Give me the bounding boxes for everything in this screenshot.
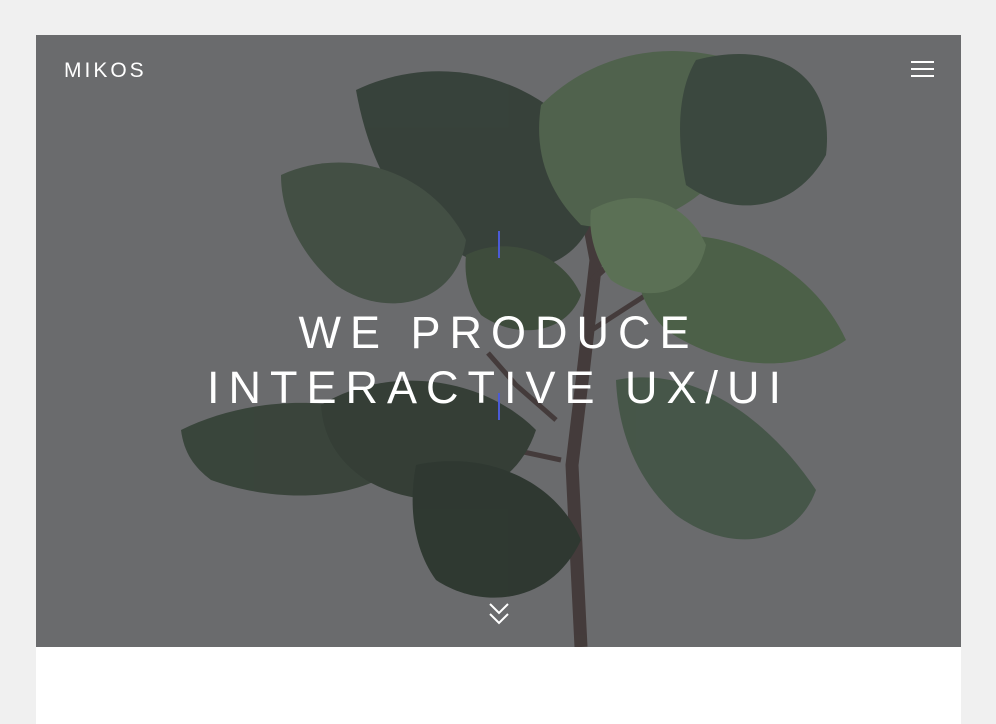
site-logo[interactable]: MIKOS xyxy=(64,59,147,83)
accent-line-top xyxy=(498,231,500,258)
page-frame: MIKOS WE PRODUCE INTERACTIVE UX/UI xyxy=(36,35,961,724)
menu-bar-middle xyxy=(911,68,934,70)
accent-line-bottom xyxy=(498,393,500,420)
headline-line-1: WE PRODUCE xyxy=(298,307,699,359)
double-chevron-down-icon xyxy=(489,603,509,625)
menu-bar-bottom xyxy=(911,75,934,77)
scroll-down-button[interactable] xyxy=(488,601,510,627)
hero-section: MIKOS WE PRODUCE INTERACTIVE UX/UI xyxy=(36,35,961,647)
hamburger-menu-button[interactable] xyxy=(911,60,935,80)
menu-bar-top xyxy=(911,61,934,63)
top-navigation-bar: MIKOS xyxy=(36,35,961,107)
